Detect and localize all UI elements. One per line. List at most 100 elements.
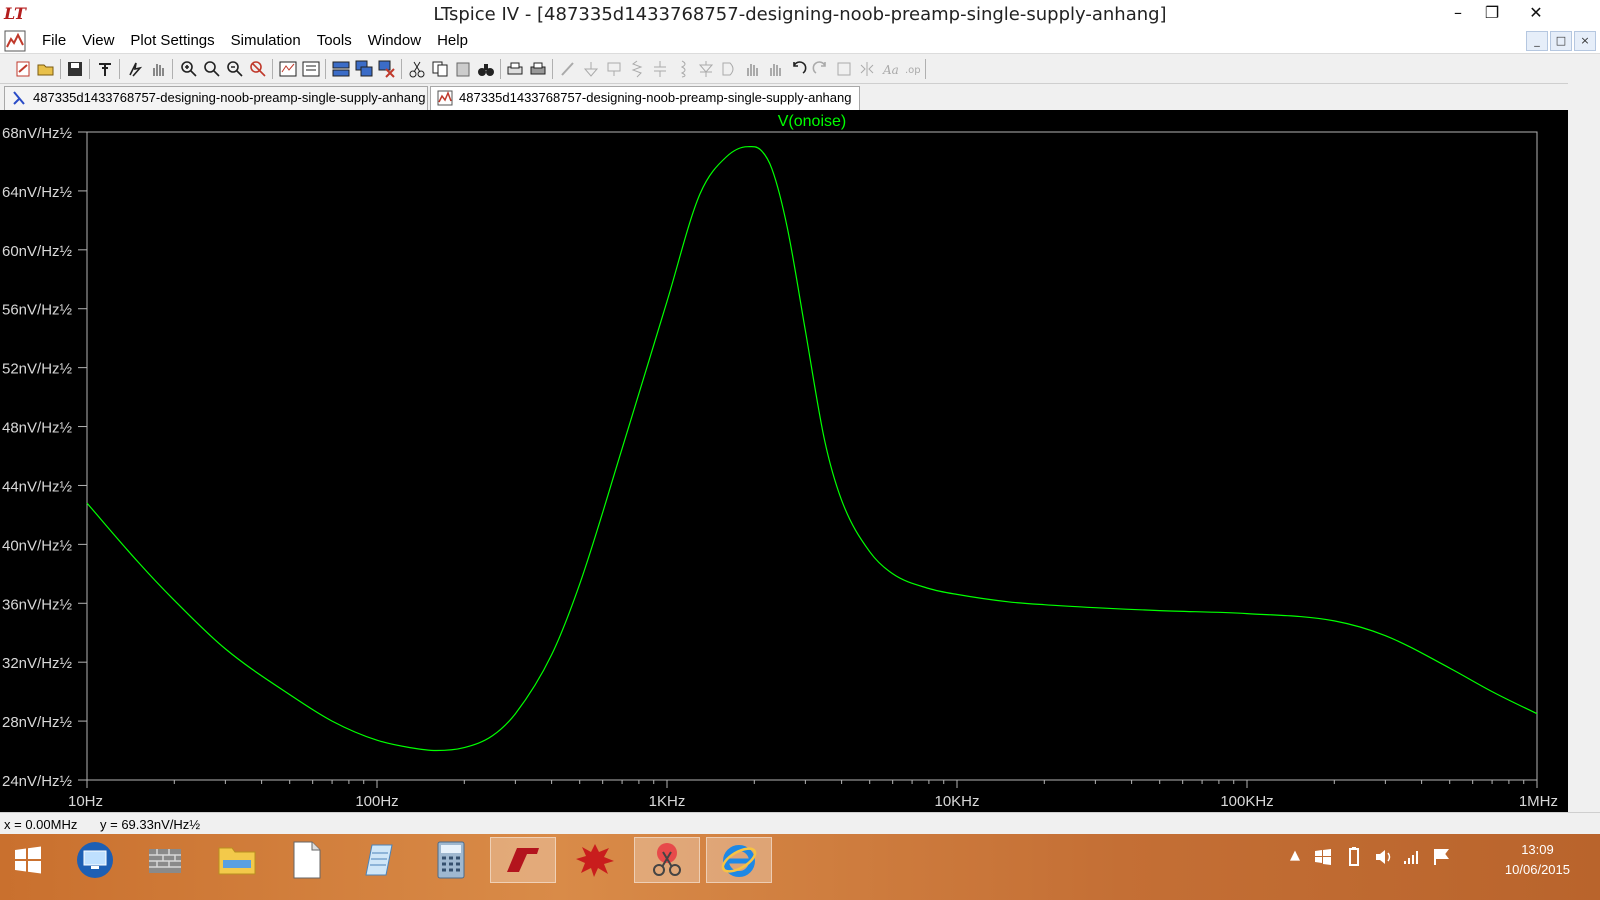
close-windows-icon[interactable]: [378, 60, 396, 78]
mdi-restore-button[interactable]: □: [1550, 31, 1572, 51]
waveform-doc-icon[interactable]: [4, 30, 26, 52]
taskbar-snipping-tool[interactable]: [634, 837, 700, 883]
save-icon[interactable]: [66, 60, 84, 78]
taskbar: ▲ 13:09 10/06/2015: [0, 834, 1600, 900]
y-tick-label: 36nV/Hz½: [2, 596, 73, 613]
text-icon[interactable]: Aa: [881, 60, 899, 78]
speaker-icon[interactable]: [1374, 847, 1394, 867]
menu-file[interactable]: File: [34, 32, 74, 49]
rotate-icon[interactable]: [835, 60, 853, 78]
battery-icon[interactable]: [1344, 847, 1364, 867]
toolbar: Aa .op: [0, 54, 1600, 84]
taskbar-document[interactable]: [274, 837, 340, 883]
menu-window[interactable]: Window: [360, 32, 429, 49]
x-axis: 10Hz 100Hz 1KHz 10KHz 100KHz 1MHz: [68, 780, 1558, 810]
menu-plot-settings[interactable]: Plot Settings: [122, 32, 222, 49]
trace-label[interactable]: V(onoise): [778, 113, 846, 130]
menu-help[interactable]: Help: [429, 32, 476, 49]
ltspice-icon: [505, 848, 539, 872]
title-bar[interactable]: LT LTspice IV - [487335d1433768757-desig…: [0, 0, 1600, 28]
y-tick-label: 48nV/Hz½: [2, 420, 73, 437]
mdi-close-button[interactable]: ×: [1574, 31, 1596, 51]
find-binoculars-icon[interactable]: [477, 60, 495, 78]
resistor-icon[interactable]: [628, 60, 646, 78]
file-explorer-icon: [218, 847, 256, 875]
print-icon[interactable]: [529, 60, 547, 78]
mdi-minimize-button[interactable]: _: [1526, 31, 1548, 51]
tab-schematic-label: 487335d1433768757-designing-noob-preamp-…: [33, 90, 426, 105]
cut-icon[interactable]: [408, 60, 426, 78]
calculator-icon: [437, 841, 465, 879]
ground-icon[interactable]: [582, 60, 600, 78]
cascade-icon[interactable]: [355, 60, 373, 78]
notification-flag-icon[interactable]: [1432, 847, 1452, 867]
tile-horizontal-icon[interactable]: [332, 60, 350, 78]
copy-icon[interactable]: [431, 60, 449, 78]
move-hand-icon[interactable]: [743, 60, 761, 78]
action-center-icon[interactable]: [1314, 848, 1332, 866]
y-tick-label: 68nV/Hz½: [2, 125, 73, 142]
mirror-icon[interactable]: [858, 60, 876, 78]
component-icon[interactable]: [720, 60, 738, 78]
spice-directive-icon[interactable]: .op: [904, 60, 922, 78]
notepad-icon: [365, 844, 393, 876]
clock-time: 13:09: [1521, 842, 1554, 857]
menu-simulation[interactable]: Simulation: [223, 32, 309, 49]
ltspice-window: LT LTspice IV - [487335d1433768757-desig…: [0, 0, 1600, 900]
x-tick-label: 100KHz: [1220, 793, 1273, 810]
cursor-y-readout: y = 69.33nV/Hz½: [100, 817, 201, 832]
menu-view[interactable]: View: [74, 32, 122, 49]
x-tick-label: 10KHz: [934, 793, 979, 810]
trace-v-onoise[interactable]: [86, 145, 1538, 752]
y-tick-label: 28nV/Hz½: [2, 714, 73, 731]
tab-schematic[interactable]: 487335d1433768757-designing-noob-preamp-…: [4, 86, 428, 110]
new-schematic-icon[interactable]: [14, 60, 32, 78]
taskbar-paint-splash[interactable]: [562, 837, 628, 883]
zoom-in-icon[interactable]: [180, 60, 198, 78]
taskbar-internet-explorer[interactable]: [706, 837, 772, 883]
menu-tools[interactable]: Tools: [309, 32, 360, 49]
paste-icon[interactable]: [454, 60, 472, 78]
control-panel-icon[interactable]: [96, 60, 114, 78]
taskbar-ltspice[interactable]: [490, 837, 556, 883]
zoom-out-icon[interactable]: [226, 60, 244, 78]
network-signal-icon[interactable]: [1402, 847, 1422, 867]
manual-limits-icon[interactable]: [302, 60, 320, 78]
close-button[interactable]: ✕: [1518, 0, 1554, 26]
waveform-icon: [437, 90, 453, 106]
inductor-icon[interactable]: [674, 60, 692, 78]
restore-button[interactable]: ❐: [1474, 0, 1510, 26]
taskbar-calculator[interactable]: [418, 837, 484, 883]
taskbar-file-explorer[interactable]: [204, 837, 270, 883]
autorange-icon[interactable]: [279, 60, 297, 78]
taskbar-firewall[interactable]: [132, 837, 198, 883]
taskbar-notepad[interactable]: [344, 837, 410, 883]
remote-desktop-icon: [77, 842, 113, 878]
pan-hand-icon[interactable]: [149, 60, 167, 78]
clock-date: 10/06/2015: [1504, 862, 1570, 877]
draw-wire-icon[interactable]: [559, 60, 577, 78]
tab-waveform[interactable]: 487335d1433768757-designing-noob-preamp-…: [430, 86, 860, 110]
run-icon[interactable]: [126, 60, 144, 78]
print-preview-icon[interactable]: [506, 60, 524, 78]
drag-hand-icon[interactable]: [766, 60, 784, 78]
start-button[interactable]: [0, 837, 56, 883]
label-net-icon[interactable]: [605, 60, 623, 78]
diode-icon[interactable]: [697, 60, 715, 78]
undo-icon[interactable]: [789, 60, 807, 78]
noise-plot[interactable]: V(onoise) 68nV/Hz½ 64nV/Hz½ 60nV/Hz½ 56nV/H…: [0, 110, 1568, 812]
x-tick-label: 10Hz: [68, 793, 103, 810]
tray-expand-icon[interactable]: ▲: [1290, 848, 1300, 863]
zoom-fit-icon[interactable]: [203, 60, 221, 78]
svg-text:.op: .op: [905, 65, 921, 76]
taskbar-clock[interactable]: 13:09 10/06/2015: [1505, 840, 1570, 880]
y-tick-label: 52nV/Hz½: [2, 361, 73, 378]
redo-icon[interactable]: [812, 60, 830, 78]
minimize-button[interactable]: –: [1440, 0, 1476, 26]
plot-pane[interactable]: V(onoise) 68nV/Hz½ 64nV/Hz½ 60nV/Hz½ 56nV/H…: [0, 110, 1568, 812]
zoom-cancel-icon[interactable]: [249, 60, 267, 78]
capacitor-icon[interactable]: [651, 60, 669, 78]
y-tick-label: 24nV/Hz½: [2, 773, 73, 790]
taskbar-remote-desktop[interactable]: [62, 837, 128, 883]
open-folder-icon[interactable]: [37, 60, 55, 78]
